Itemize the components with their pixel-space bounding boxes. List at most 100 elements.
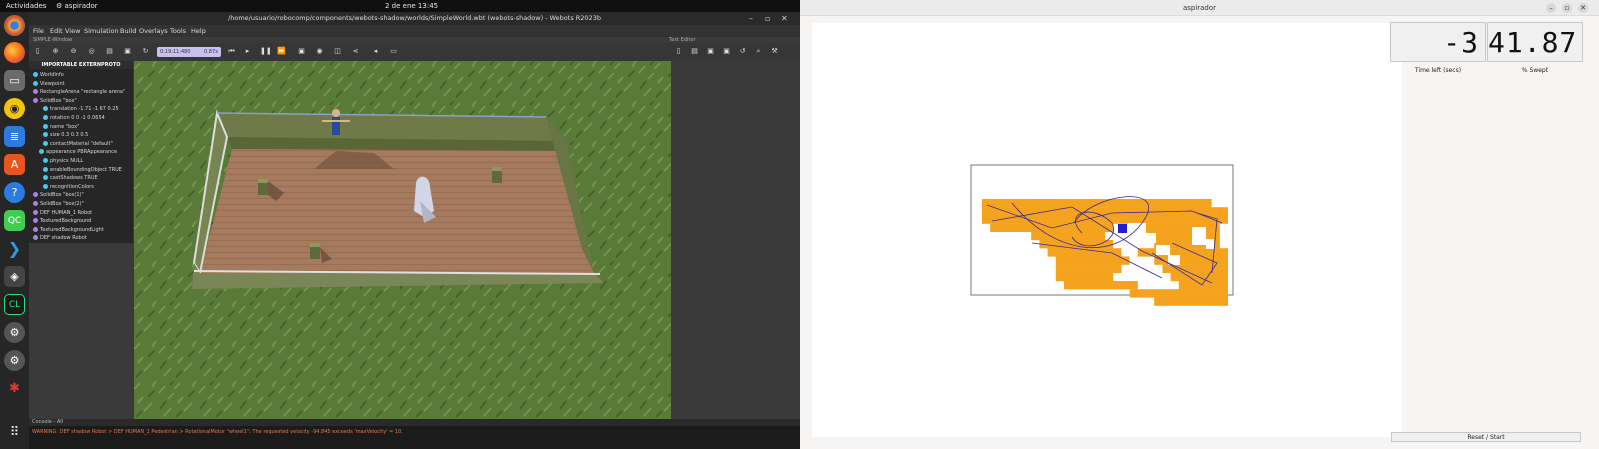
qt-creator-icon[interactable]: QC — [4, 210, 25, 231]
add-node-icon[interactable]: ⊕ — [51, 47, 60, 56]
scene-tree-item[interactable]: TexturedBackgroundLight — [33, 226, 104, 233]
open-world-icon[interactable]: ▤ — [105, 47, 114, 56]
scene-tree-item[interactable]: physics NULL — [43, 158, 83, 164]
unswept-region — [1206, 239, 1214, 249]
scene-tree-item[interactable]: enableBoundingObject TRUE — [43, 166, 122, 173]
reload-world-icon[interactable]: ↻ — [141, 47, 150, 56]
scene-tree-item-label: TexturedBackgroundLight — [40, 226, 104, 233]
menu-build[interactable]: Build — [120, 27, 136, 35]
menu-file[interactable]: File — [33, 27, 44, 35]
reset-simulation-icon[interactable]: ⏮ — [227, 47, 236, 56]
vscode-icon[interactable]: ❯ — [4, 238, 25, 259]
scene-tree-item[interactable]: translation -1.71 -1.67 0.25 — [43, 106, 119, 112]
share-icon[interactable]: ◫ — [333, 47, 342, 56]
scene-tree-item-label: contactMaterial "default" — [50, 140, 113, 147]
node-type-icon — [43, 106, 48, 112]
robot-window-icon[interactable]: ▭ — [389, 47, 398, 56]
menu-help[interactable]: Help — [191, 27, 206, 35]
scene-tree-item[interactable]: contactMaterial "default" — [43, 140, 113, 147]
find-icon[interactable]: ⌕ — [754, 47, 763, 56]
close-icon[interactable]: ✕ — [1578, 3, 1588, 13]
chrome-icon[interactable] — [4, 15, 25, 36]
minimize-icon[interactable]: – — [1546, 3, 1556, 13]
minimize-icon[interactable]: – — [749, 12, 753, 25]
scene-tree-item[interactable]: Viewpoint — [33, 80, 65, 87]
node-type-icon — [33, 97, 38, 103]
text-editor-panel[interactable] — [671, 61, 800, 419]
3d-viewport[interactable] — [134, 61, 671, 419]
clion-icon[interactable]: CL — [4, 294, 25, 315]
activities-button[interactable]: Actividades — [6, 2, 46, 10]
save-as-icon[interactable]: ▣ — [722, 47, 731, 56]
maximize-icon[interactable]: ▫ — [1562, 3, 1572, 13]
menu-view[interactable]: View — [65, 27, 80, 35]
save-world-icon[interactable]: ▣ — [123, 47, 132, 56]
webots-icon-2[interactable]: ⚙ — [4, 350, 25, 371]
menu-overlays[interactable]: Overlays — [139, 27, 168, 35]
build-icon[interactable]: ⚒ — [770, 47, 779, 56]
app-center-icon[interactable]: A — [4, 154, 25, 175]
menu-simulation[interactable]: Simulation — [84, 27, 119, 35]
toggle-tree-icon[interactable]: ▯ — [33, 47, 42, 56]
share-link-icon[interactable]: ⋖ — [351, 47, 360, 56]
scene-tree-item-label: rotation 0 0 -1 0.0654 — [50, 115, 105, 121]
scene-tree-item[interactable]: RectangleArena "rectangle arena" — [33, 89, 125, 95]
scene-tree-item[interactable]: DEF shadow Robot — [33, 235, 87, 241]
scene-tree-item[interactable]: size 0.3 0.3 0.5 — [43, 132, 88, 138]
view-icon[interactable]: ◎ — [87, 47, 96, 56]
step-icon[interactable]: ▸ — [243, 47, 252, 56]
record-movie-icon[interactable]: ▣ — [297, 47, 306, 56]
aspirador-title: aspirador — [1182, 4, 1217, 12]
app-menu-label[interactable]: ⚙ aspirador — [56, 2, 98, 10]
scene-tree-item[interactable]: WorldInfo — [33, 72, 64, 78]
pause-icon[interactable]: ❚❚ — [260, 47, 272, 56]
unity-icon[interactable]: ◈ — [4, 266, 25, 287]
menu-tools[interactable]: Tools — [170, 27, 186, 35]
scene-tree-item[interactable]: TexturedBackground — [33, 218, 91, 224]
node-type-icon — [33, 80, 38, 86]
files-icon[interactable]: ▭ — [4, 70, 25, 91]
node-type-icon — [43, 166, 48, 172]
open-file-icon[interactable]: ▤ — [690, 47, 699, 56]
help-icon[interactable]: ? — [4, 182, 25, 203]
firefox-icon[interactable] — [4, 42, 25, 63]
node-type-icon — [33, 192, 38, 198]
scene-tree-header: IMPORTABLE EXTERNPROTO — [29, 61, 133, 69]
scene-tree-item[interactable]: SolidBox "box(1)" — [33, 192, 84, 198]
apps-grid-icon[interactable]: ⠿ — [4, 422, 25, 443]
scene-tree-item-label: size 0.3 0.3 0.5 — [50, 132, 89, 139]
maximize-icon[interactable]: ▫ — [765, 12, 770, 25]
clock[interactable]: 2 de ene 13:45 — [385, 2, 438, 10]
close-icon[interactable]: ✕ — [781, 12, 788, 25]
swept-region — [1064, 281, 1138, 290]
scene-tree-item-label: recognitionColors — [50, 183, 94, 190]
scene-tree-item-label: WorldInfo — [40, 72, 64, 78]
node-type-icon — [33, 226, 38, 232]
scene-tree-item[interactable]: SolidBox "box" — [33, 97, 77, 104]
scene-tree-item[interactable]: DEF HUMAN_1 Robot — [33, 209, 92, 216]
fast-forward-icon[interactable]: ⏩ — [277, 47, 286, 56]
save-file-icon[interactable]: ▣ — [706, 47, 715, 56]
scene-tree-item[interactable]: rotation 0 0 -1 0.0654 — [43, 115, 105, 121]
webots-titlebar[interactable]: /home/usuario/robocomp/components/webots… — [29, 12, 800, 25]
delete-node-icon[interactable]: ⊖ — [69, 47, 78, 56]
aspirador-titlebar[interactable]: aspirador – ▫ ✕ — [800, 0, 1599, 16]
grid-canvas[interactable] — [812, 23, 1402, 437]
scene-tree-item[interactable]: castShadows TRUE — [43, 175, 98, 181]
scene-tree-item[interactable]: name "box" — [43, 123, 79, 130]
revert-icon[interactable]: ↺ — [738, 47, 747, 56]
bug-icon[interactable]: ✱ — [4, 378, 25, 399]
back-icon[interactable]: ◂ — [371, 47, 380, 56]
scene-tree-item[interactable]: recognitionColors — [43, 183, 94, 190]
scene-tree-item[interactable]: SolidBox "box(2)" — [33, 201, 84, 207]
scene-tree-item-label: appearance PBRAppearance — [46, 149, 117, 156]
swept-region — [1055, 256, 1130, 265]
scene-tree-item[interactable]: appearance PBRAppearance — [39, 149, 117, 155]
reset-start-button[interactable]: Reset / Start — [1391, 432, 1581, 442]
menu-edit[interactable]: Edit — [50, 27, 63, 35]
rhythmbox-icon[interactable]: ◉ — [4, 98, 25, 119]
webots-icon[interactable]: ⚙ — [4, 322, 25, 343]
libreoffice-writer-icon[interactable]: ≣ — [4, 126, 25, 147]
new-file-icon[interactable]: ▯ — [674, 47, 683, 56]
screenshot-icon[interactable]: ◉ — [315, 47, 324, 56]
